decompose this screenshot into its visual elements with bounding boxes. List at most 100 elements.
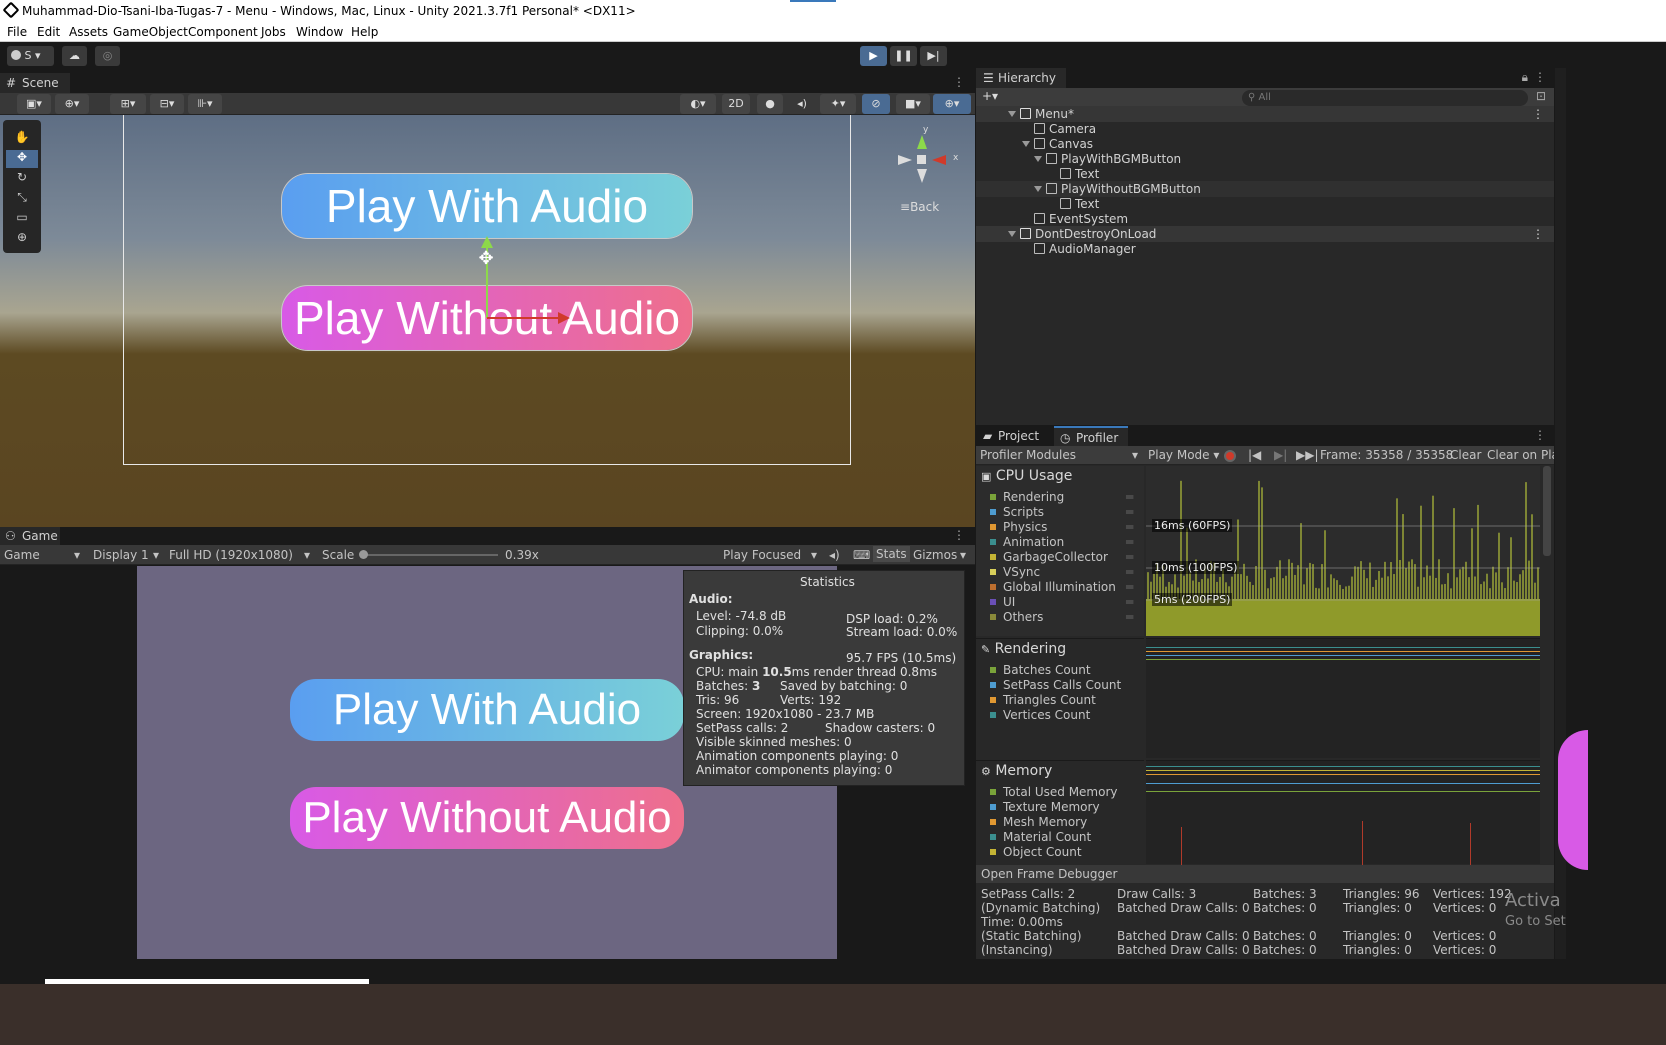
clear-on-play-button[interactable]: Clear on Play xyxy=(1487,448,1554,462)
last-frame-button[interactable]: ▶▶| xyxy=(1296,448,1319,462)
effects-dropdown[interactable]: ✦▾ xyxy=(820,94,856,114)
record-button[interactable] xyxy=(1224,450,1236,462)
back-view-label[interactable]: ≡Back xyxy=(900,200,939,214)
lighting-toggle[interactable]: ● xyxy=(757,94,783,114)
shortcuts-icon[interactable]: ⌨ xyxy=(853,548,870,562)
drag-handle-icon[interactable]: ═ xyxy=(1126,565,1133,579)
move-gizmo-y-arrow[interactable] xyxy=(481,236,493,248)
move-gizmo-center[interactable]: ✥ xyxy=(476,249,496,269)
tree-row-menu[interactable]: Menu* ⋮ xyxy=(976,106,1554,122)
move-gizmo-x-axis[interactable] xyxy=(487,317,562,319)
memory-series-item[interactable]: Texture Memory xyxy=(990,800,1100,814)
menu-file[interactable]: File xyxy=(7,25,27,39)
visibility-toggle[interactable]: ⊘ xyxy=(862,94,890,114)
display-select[interactable]: Display 1 ▾ xyxy=(93,548,163,562)
rendering-series-item[interactable]: SetPass Calls Count xyxy=(990,678,1121,692)
move-gizmo-x-arrow[interactable] xyxy=(558,312,570,324)
stats-button[interactable]: Stats xyxy=(873,546,910,562)
gizmos-button[interactable]: Gizmos xyxy=(913,548,957,562)
cpu-series-item[interactable]: VSync ═ xyxy=(990,565,1133,579)
tree-row-text-2[interactable]: Text xyxy=(1060,196,1099,212)
row-menu-icon[interactable]: ⋮ xyxy=(1532,106,1544,122)
rendering-series-item[interactable]: Batches Count xyxy=(990,663,1091,677)
hand-tool[interactable]: ✋ xyxy=(6,130,38,148)
tree-row-canvas[interactable]: Canvas xyxy=(1022,136,1093,152)
game-menu-icon[interactable]: ⋮ xyxy=(953,528,965,542)
memory-series-item[interactable]: Object Count xyxy=(990,845,1082,859)
cloud-button[interactable]: ☁ xyxy=(62,46,87,66)
scale-tool[interactable]: ⤡ xyxy=(6,190,38,208)
search-options-icon[interactable]: ⊡ xyxy=(1536,89,1546,103)
cpu-series-item[interactable]: Rendering ═ xyxy=(990,490,1133,504)
tree-row-audiomanager[interactable]: AudioManager xyxy=(1034,241,1136,257)
drag-handle-icon[interactable]: ═ xyxy=(1126,535,1133,549)
mode-2d-button[interactable]: 2D xyxy=(722,94,750,114)
memory-series-item[interactable]: Total Used Memory xyxy=(990,785,1118,799)
snap-button[interactable]: ⊞▾ xyxy=(110,94,146,114)
rect-tool[interactable]: ▭ xyxy=(6,210,38,228)
hierarchy-search-input[interactable]: ⚲ All xyxy=(1242,90,1528,106)
row-menu-icon[interactable]: ⋮ xyxy=(1532,226,1544,242)
tab-hierarchy[interactable]: ☰ Hierarchy xyxy=(976,68,1066,88)
drag-handle-icon[interactable]: ═ xyxy=(1126,550,1133,564)
tree-row-dontdestroyonload[interactable]: DontDestroyOnLoad ⋮ xyxy=(976,226,1554,242)
audio-toggle[interactable]: ◂) xyxy=(789,94,815,114)
tree-row-playwithoutbgmbutton[interactable]: PlayWithoutBGMButton xyxy=(976,181,1554,197)
scene-play-with-audio-button[interactable]: Play With Audio xyxy=(281,173,693,239)
tree-row-camera[interactable]: Camera xyxy=(1034,121,1096,137)
shading-dropdown[interactable]: ◐▾ xyxy=(680,94,716,114)
profiler-modules-dropdown[interactable]: Profiler Modules ▾ xyxy=(980,448,1142,462)
cpu-series-item[interactable]: Animation ═ xyxy=(990,535,1133,549)
draw-mode-dropdown[interactable]: ▣▾ xyxy=(17,94,51,114)
memory-series-item[interactable]: Material Count xyxy=(990,830,1091,844)
step-button[interactable]: ▶| xyxy=(920,46,947,66)
next-frame-button[interactable]: ▶| xyxy=(1274,448,1287,462)
game-view-select[interactable]: Game ▾ xyxy=(4,548,84,562)
scale-slider-thumb[interactable] xyxy=(359,550,368,559)
tab-project[interactable]: ▰ Project xyxy=(976,426,1052,446)
menu-window[interactable]: Window xyxy=(296,25,343,39)
cpu-series-item[interactable]: Others ═ xyxy=(990,610,1133,624)
transform-tool[interactable]: ⊕ xyxy=(6,230,38,248)
orientation-gizmo[interactable]: y x xyxy=(895,125,960,195)
pause-button[interactable]: ❚❚ xyxy=(890,46,917,66)
increment-snap-button[interactable]: ⊪▾ xyxy=(188,94,222,114)
rendering-module-sidebar[interactable]: ✎ Rendering Batches Count SetPass Calls C… xyxy=(976,638,1144,758)
camera-dropdown[interactable]: ■▾ xyxy=(896,94,930,114)
open-frame-debugger-button[interactable]: Open Frame Debugger xyxy=(981,867,1117,881)
resolution-select[interactable]: Full HD (1920x1080) ▾ xyxy=(169,548,314,562)
hierarchy-menu-icon[interactable]: ⋮ xyxy=(1534,70,1546,84)
cpu-module-sidebar[interactable]: ▣ CPU Usage Rendering ═ Scripts ═ Physics ═ An… xyxy=(976,466,1144,636)
drag-handle-icon[interactable]: ═ xyxy=(1126,580,1133,594)
rendering-series-item[interactable]: Triangles Count xyxy=(990,693,1096,707)
memory-module-sidebar[interactable]: ⚙ Memory Total Used Memory Texture Memory… xyxy=(976,760,1144,864)
tree-row-eventsystem[interactable]: EventSystem xyxy=(1034,211,1128,227)
menu-jobs[interactable]: Jobs xyxy=(261,25,286,39)
rendering-series-item[interactable]: Vertices Count xyxy=(990,708,1090,722)
mute-audio-icon[interactable]: ◂) xyxy=(829,548,840,562)
move-tool[interactable]: ✥ xyxy=(6,150,38,168)
drag-handle-icon[interactable]: ═ xyxy=(1126,595,1133,609)
drag-handle-icon[interactable]: ═ xyxy=(1126,490,1133,504)
grid-snap-button[interactable]: ⊟▾ xyxy=(150,94,184,114)
scene-menu-icon[interactable]: ⋮ xyxy=(953,75,965,89)
game-play-with-audio-button[interactable]: Play With Audio xyxy=(290,679,684,741)
lock-icon[interactable]: 🔒︎ xyxy=(1522,70,1528,85)
clear-button[interactable]: Clear xyxy=(1450,448,1481,462)
cpu-series-item[interactable]: Scripts ═ xyxy=(990,505,1133,519)
tree-row-text-1[interactable]: Text xyxy=(1060,166,1099,182)
create-button[interactable]: +▾ xyxy=(982,89,998,103)
global-toggle[interactable]: ⊕▾ xyxy=(55,94,89,114)
profiler-scrollbar[interactable] xyxy=(1543,466,1551,556)
profiler-menu-icon[interactable]: ⋮ xyxy=(1534,428,1546,442)
play-focused-select[interactable]: Play Focused ▾ xyxy=(723,548,821,562)
drag-handle-icon[interactable]: ═ xyxy=(1126,610,1133,624)
cpu-series-item[interactable]: GarbageCollector ═ xyxy=(990,550,1133,564)
menu-assets[interactable]: Assets xyxy=(69,25,108,39)
menu-component[interactable]: Component xyxy=(188,25,258,39)
cpu-series-item[interactable]: Physics ═ xyxy=(990,520,1133,534)
menu-help[interactable]: Help xyxy=(351,25,378,39)
gizmos-dropdown[interactable]: ⊕▾ xyxy=(933,94,971,114)
cpu-series-item[interactable]: UI ═ xyxy=(990,595,1133,609)
play-mode-dropdown[interactable]: Play Mode ▾ xyxy=(1148,448,1219,462)
